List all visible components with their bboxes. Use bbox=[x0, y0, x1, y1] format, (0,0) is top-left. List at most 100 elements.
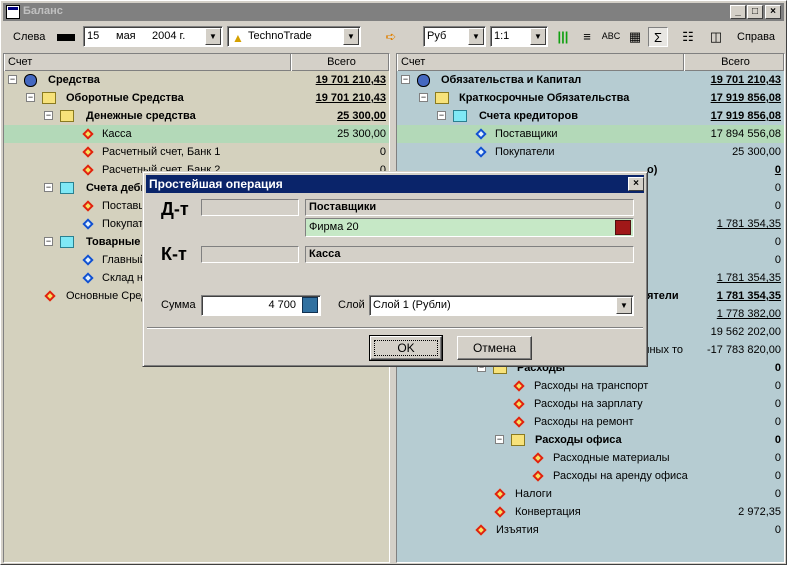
row-name: Расходы на транспорт bbox=[534, 380, 649, 392]
folder-icon bbox=[60, 182, 74, 194]
row-name-partial: ятели bbox=[647, 290, 679, 302]
close-button[interactable]: × bbox=[765, 5, 781, 19]
row-value: -17 783 820,00 bbox=[706, 344, 781, 356]
book-icon[interactable] bbox=[615, 220, 631, 235]
collapse-toggle[interactable]: − bbox=[419, 93, 428, 102]
calculator-icon[interactable] bbox=[302, 297, 318, 313]
tree-row-selected[interactable]: Касса 25 300,00 bbox=[4, 125, 389, 143]
tree-row[interactable]: Расходы на зарплату 0 bbox=[397, 395, 784, 413]
row-value: 17 919 856,08 bbox=[710, 92, 781, 104]
debit-code-field[interactable] bbox=[201, 199, 299, 216]
balance-window: Баланс _ □ × Слева 15 мая 2004 г. ▼ ▲ Te… bbox=[0, 0, 787, 565]
tree-row[interactable]: − Обязательства и Капитал 19 701 210,43 bbox=[397, 71, 784, 89]
left-col-total[interactable]: Всего bbox=[291, 54, 389, 71]
company-select[interactable]: ▲ TechnoTrade ▼ bbox=[227, 26, 361, 47]
sum-input[interactable]: 4 700 bbox=[201, 295, 321, 316]
account-icon bbox=[82, 254, 94, 266]
simple-operation-dialog: Простейшая операция × Д-т Поставщики Фир… bbox=[142, 171, 648, 367]
row-value: 19 701 210,43 bbox=[710, 74, 781, 86]
dialog-close-button[interactable]: × bbox=[628, 177, 644, 191]
collapse-toggle[interactable]: − bbox=[44, 183, 53, 192]
tree-row[interactable]: − Счета кредиторов 17 919 856,08 bbox=[397, 107, 784, 125]
credit-code-field[interactable] bbox=[201, 246, 299, 263]
columns-green-icon[interactable]: ||| bbox=[553, 27, 573, 47]
tree-row[interactable]: Изъятия 0 bbox=[397, 521, 784, 539]
align-icon[interactable]: ≡ bbox=[577, 27, 597, 47]
maximize-button[interactable]: □ bbox=[747, 5, 763, 19]
color-swatch[interactable] bbox=[57, 34, 75, 41]
list-icon[interactable]: ☷ bbox=[678, 27, 698, 47]
chevron-down-icon[interactable]: ▼ bbox=[468, 28, 484, 45]
row-value: 0 bbox=[774, 470, 781, 482]
sum-icon[interactable]: Σ bbox=[648, 27, 668, 47]
tree-row[interactable]: − Краткосрочные Обязательства 17 919 856… bbox=[397, 89, 784, 107]
collapse-toggle[interactable]: − bbox=[44, 111, 53, 120]
tree-row[interactable]: Конвертация 2 972,35 bbox=[397, 503, 784, 521]
minimize-button[interactable]: _ bbox=[730, 5, 746, 19]
row-name: Средства bbox=[48, 74, 100, 86]
row-value: 1 778 382,00 bbox=[716, 308, 781, 320]
right-header: Счет Всего bbox=[397, 54, 784, 71]
account-icon bbox=[513, 398, 525, 410]
row-name: Расходы офиса bbox=[535, 434, 622, 446]
collapse-toggle[interactable]: − bbox=[437, 111, 446, 120]
tree-row[interactable]: − Средства 19 701 210,43 bbox=[4, 71, 389, 89]
chevron-down-icon[interactable]: ▼ bbox=[530, 28, 546, 45]
arrow-right-icon[interactable]: ➪ bbox=[381, 27, 401, 47]
scale-select[interactable]: 1:1 ▼ bbox=[490, 26, 548, 47]
tree-row[interactable]: Расходы на аренду офиса 0 bbox=[397, 467, 784, 485]
debit-account: Поставщики bbox=[305, 199, 634, 216]
tree-row[interactable]: Расходные материалы 0 bbox=[397, 449, 784, 467]
sum-label: Сумма bbox=[161, 299, 196, 311]
date-picker[interactable]: 15 мая 2004 г. ▼ bbox=[83, 26, 223, 47]
collapse-toggle[interactable]: − bbox=[401, 75, 410, 84]
app-icon bbox=[6, 5, 20, 19]
left-header: Счет Всего bbox=[4, 54, 389, 71]
collapse-toggle[interactable]: − bbox=[8, 75, 17, 84]
chevron-down-icon[interactable]: ▼ bbox=[205, 28, 221, 45]
row-value: 19 701 210,43 bbox=[315, 92, 386, 104]
account-icon bbox=[513, 416, 525, 428]
row-value: 0 bbox=[774, 488, 781, 500]
panel-icon[interactable]: ◫ bbox=[706, 27, 726, 47]
dialog-title-bar[interactable]: Простейшая операция × bbox=[146, 175, 644, 193]
row-value: 0 bbox=[774, 452, 781, 464]
tree-row[interactable]: − Расходы офиса 0 bbox=[397, 431, 784, 449]
tree-row[interactable]: Расходы на ремонт 0 bbox=[397, 413, 784, 431]
row-value: 0 bbox=[774, 416, 781, 428]
right-col-total[interactable]: Всего bbox=[684, 54, 784, 71]
collapse-toggle[interactable]: − bbox=[495, 435, 504, 444]
collapse-toggle[interactable]: − bbox=[26, 93, 35, 102]
scale-value: 1:1 bbox=[494, 30, 510, 42]
toolbar: Слева 15 мая 2004 г. ▼ ▲ TechnoTrade ▼ ➪… bbox=[3, 24, 784, 48]
chevron-down-icon[interactable]: ▼ bbox=[616, 297, 632, 314]
row-name: Обязательства и Капитал bbox=[441, 74, 582, 86]
tree-row[interactable]: Покупатели 25 300,00 bbox=[397, 143, 784, 161]
title-bar[interactable]: Баланс _ □ × bbox=[3, 3, 784, 21]
row-value: 1 781 354,35 bbox=[716, 290, 781, 302]
tree-row[interactable]: Налоги 0 bbox=[397, 485, 784, 503]
tree-row[interactable]: − Оборотные Средства 19 701 210,43 bbox=[4, 89, 389, 107]
window-title: Баланс bbox=[23, 5, 63, 17]
currency-select[interactable]: Руб ▼ bbox=[423, 26, 486, 47]
tree-row[interactable]: − Денежные средства 25 300,00 bbox=[4, 107, 389, 125]
account-icon bbox=[82, 200, 94, 212]
left-col-account[interactable]: Счет bbox=[4, 54, 291, 71]
row-name: Покупатели bbox=[495, 146, 555, 158]
debit-subaccount-field[interactable]: Фирма 20 bbox=[305, 218, 634, 237]
tree-row-selected[interactable]: Поставщики 17 894 556,08 bbox=[397, 125, 784, 143]
grid-icon[interactable]: ▦ bbox=[625, 27, 645, 47]
cancel-button[interactable]: Отмена bbox=[457, 336, 532, 360]
row-name: Денежные средства bbox=[86, 110, 196, 122]
chevron-down-icon[interactable]: ▼ bbox=[343, 28, 359, 45]
tree-row[interactable]: Расходы на транспорт 0 bbox=[397, 377, 784, 395]
focus-rect bbox=[374, 340, 438, 356]
abc-icon[interactable]: ABC bbox=[601, 27, 621, 47]
account-icon bbox=[82, 218, 94, 230]
tree-row[interactable]: Расчетный счет, Банк 1 0 bbox=[4, 143, 389, 161]
right-col-account[interactable]: Счет bbox=[397, 54, 684, 71]
layer-select[interactable]: Слой 1 (Рубли) ▼ bbox=[369, 295, 634, 316]
dialog-title: Простейшая операция bbox=[149, 177, 283, 191]
ok-button[interactable]: OK bbox=[369, 335, 443, 361]
collapse-toggle[interactable]: − bbox=[44, 237, 53, 246]
